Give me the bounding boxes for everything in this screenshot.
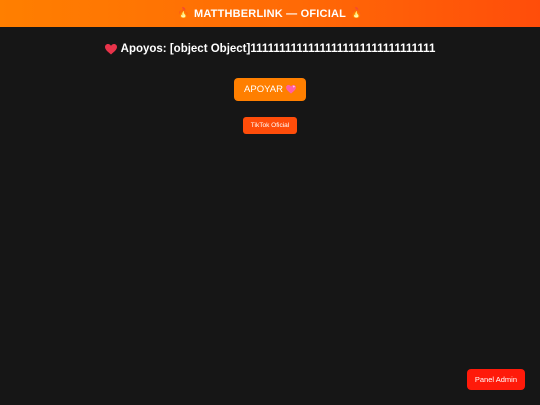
support-counter-text: Apoyos: [object Object]11111111111111111… <box>120 43 436 55</box>
sparkle-heart-icon <box>286 85 296 94</box>
heart-icon <box>104 43 117 55</box>
support-button-label: APOYAR <box>244 84 283 95</box>
support-button-row: APOYAR <box>0 55 540 101</box>
flame-icon: 🔥 <box>350 8 363 19</box>
tiktok-button-row: TikTok Oficial <box>0 101 540 134</box>
tiktok-button[interactable]: TikTok Oficial <box>242 117 298 134</box>
page-title: MATTHBERLINK — OFICIAL <box>193 7 347 20</box>
support-button[interactable]: APOYAR <box>234 78 306 101</box>
support-counter: Apoyos: [object Object]11111111111111111… <box>0 43 540 55</box>
header-bar: 🔥 MATTHBERLINK — OFICIAL 🔥 <box>0 0 540 27</box>
flame-icon: 🔥 <box>177 8 190 19</box>
page: 🔥 MATTHBERLINK — OFICIAL 🔥 Apoyos: [obje… <box>0 0 540 405</box>
admin-panel-button[interactable]: Panel Admin <box>466 369 525 390</box>
